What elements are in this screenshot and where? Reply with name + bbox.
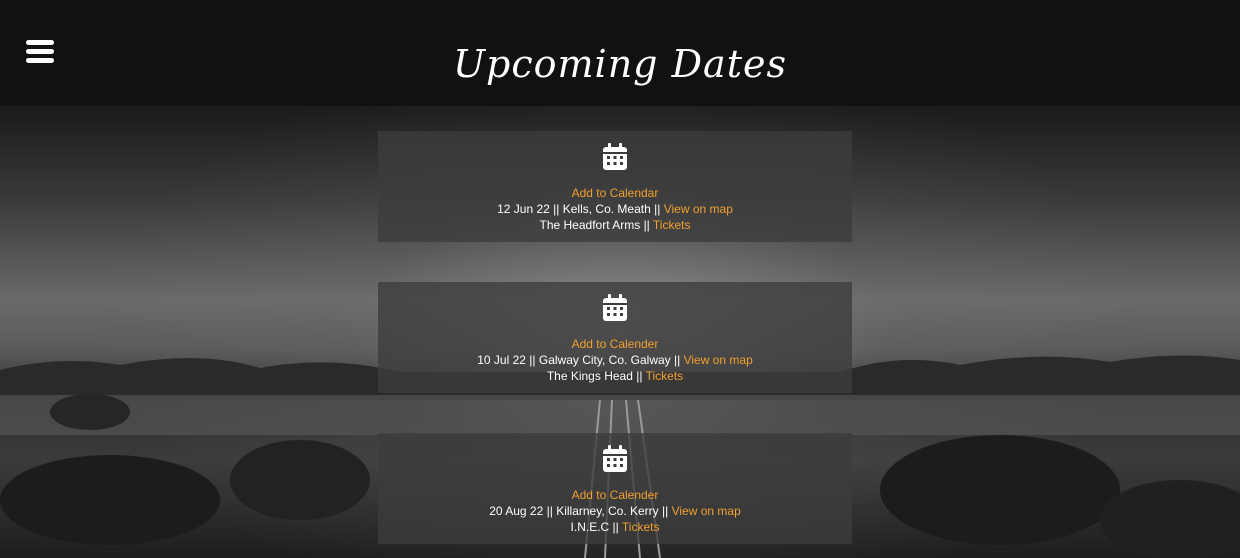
event-card: Add to Calender 10 Jul 22 || Galway City… (378, 282, 852, 393)
view-on-map-link[interactable]: View on map (684, 353, 753, 367)
calendar-icon[interactable] (602, 143, 628, 171)
event-card: Add to Calendar 12 Jun 22 || Kells, Co. … (378, 131, 852, 242)
add-to-calendar-link[interactable]: Add to Calender (572, 488, 659, 502)
event-venue: The Kings Head (546, 369, 633, 383)
event-venue: The Headfort Arms (539, 218, 641, 232)
event-location: Kells, Co. Meath (562, 202, 651, 216)
page-title: Upcoming Dates (453, 42, 787, 86)
tickets-link[interactable]: Tickets (653, 218, 691, 232)
add-to-calendar-link[interactable]: Add to Calendar (572, 186, 659, 200)
tickets-link[interactable]: Tickets (622, 520, 660, 534)
event-card: Add to Calender 20 Aug 22 || Killarney, … (378, 433, 852, 544)
event-venue: I.N.E.C (570, 520, 610, 534)
event-date: 10 Jul 22 (477, 353, 526, 367)
event-date: 12 Jun 22 (497, 202, 550, 216)
header-bar: Upcoming Dates (0, 0, 1240, 106)
view-on-map-link[interactable]: View on map (672, 504, 741, 518)
tickets-link[interactable]: Tickets (646, 369, 684, 383)
add-to-calendar-link[interactable]: Add to Calender (572, 337, 659, 351)
view-on-map-link[interactable]: View on map (664, 202, 733, 216)
event-location: Killarney, Co. Kerry (556, 504, 659, 518)
calendar-icon[interactable] (602, 294, 628, 322)
event-location: Galway City, Co. Galway (538, 353, 671, 367)
calendar-icon[interactable] (602, 445, 628, 473)
event-date: 20 Aug 22 (489, 504, 544, 518)
